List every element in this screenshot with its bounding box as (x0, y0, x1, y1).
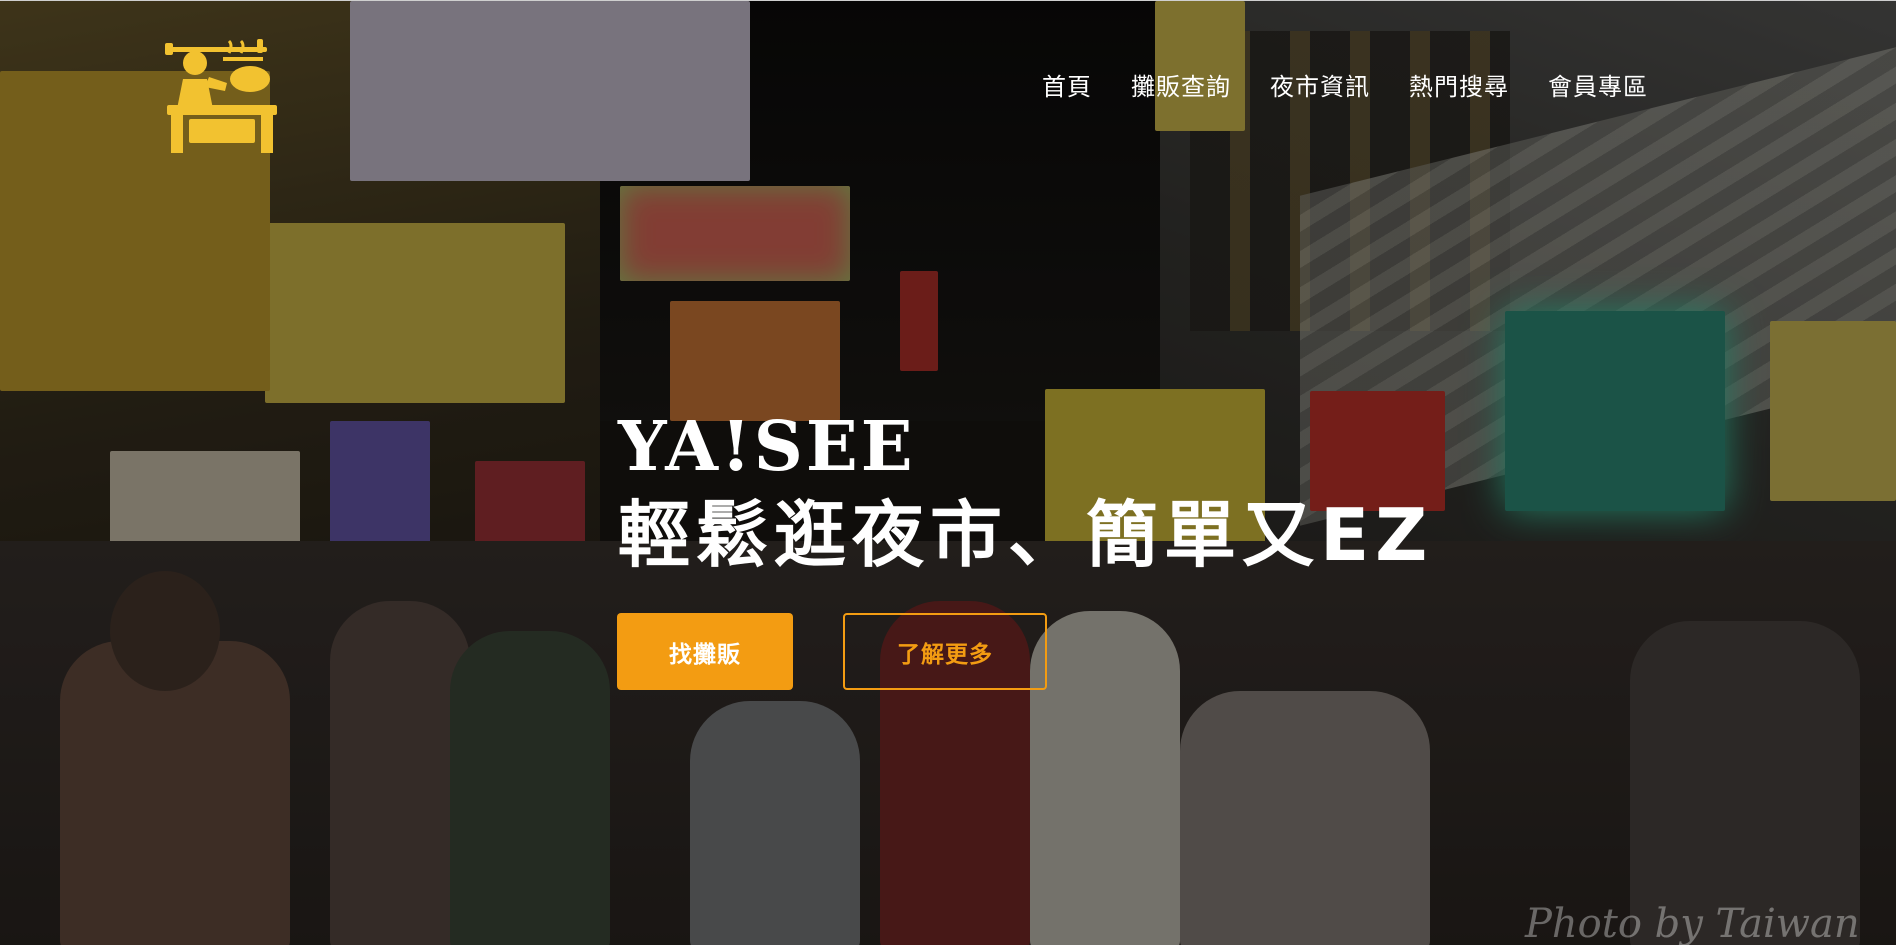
nav-item-home[interactable]: 首頁 (1042, 67, 1092, 102)
hero-tagline: 輕鬆逛夜市、簡單又EZ (618, 493, 1434, 577)
logo-home-link[interactable] (165, 39, 285, 154)
nav-item-member-area[interactable]: 會員專區 (1548, 67, 1648, 102)
hero-text: YA!SEE 輕鬆逛夜市、簡單又EZ (618, 411, 1433, 577)
nav-item-night-market-info[interactable]: 夜市資訊 (1270, 67, 1370, 102)
nav-item-popular-search[interactable]: 熱門搜尋 (1409, 67, 1509, 102)
photo-watermark: Photo by Taiwan (1525, 901, 1860, 945)
food-vendor-stall-icon (165, 39, 277, 153)
main-nav: 首頁 攤販查詢 夜市資訊 熱門搜尋 會員專區 (1042, 67, 1648, 102)
brand-title: YA!SEE (618, 407, 916, 487)
learn-more-button[interactable]: 了解更多 (843, 613, 1047, 690)
nav-item-vendor-search[interactable]: 攤販查詢 (1131, 67, 1231, 102)
find-vendor-button[interactable]: 找攤販 (617, 613, 793, 690)
hero-section: 首頁 攤販查詢 夜市資訊 熱門搜尋 會員專區 YA!SEE 輕鬆逛夜市、簡單又E… (0, 0, 1896, 945)
